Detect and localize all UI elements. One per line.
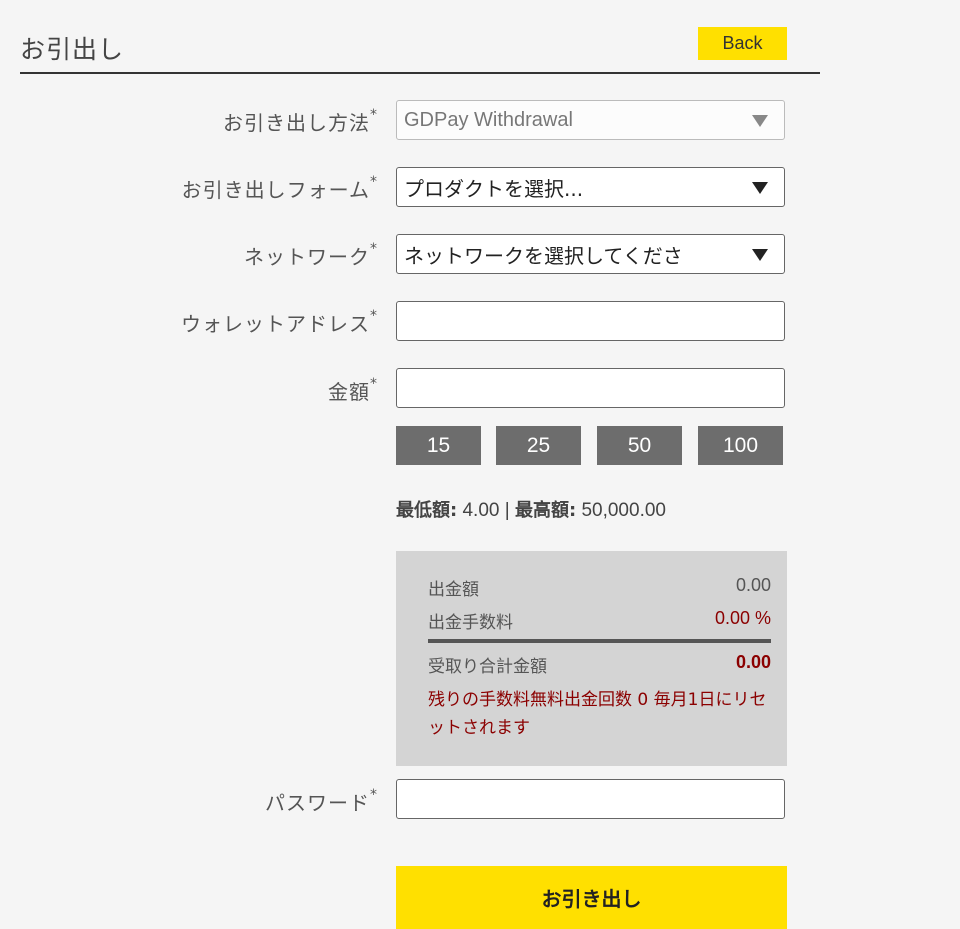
password-input[interactable] — [396, 779, 785, 819]
method-label-text: お引き出し方法 — [223, 111, 370, 135]
fee-row: 出金手数料 0.00 % — [428, 608, 771, 633]
min-amount-value: 4.00 — [462, 500, 500, 521]
total-row: 受取り合計金額 0.00 — [428, 652, 771, 677]
total-label: 受取り合計金額 — [428, 657, 547, 677]
limits-separator: | — [504, 500, 510, 521]
required-mark: * — [370, 241, 378, 257]
method-label: お引き出し方法* — [223, 107, 378, 136]
withdraw-amount-value: 0.00 — [735, 575, 771, 595]
page-title: お引出し — [20, 35, 125, 64]
network-select-value: ネットワークを選択してくださ — [404, 243, 683, 268]
wallet-label-text: ウォレットアドレス — [181, 312, 370, 336]
method-select[interactable]: GDPay Withdrawal — [396, 100, 785, 140]
withdraw-submit-button[interactable]: お引き出し — [396, 866, 787, 929]
form-type-label: お引き出しフォーム* — [182, 174, 378, 203]
fee-value: 0.00 % — [714, 608, 771, 628]
form-type-select[interactable]: プロダクトを選択... — [396, 167, 785, 207]
quick-amount-100-button[interactable]: 100 — [698, 426, 783, 465]
withdraw-amount-label: 出金額 — [428, 580, 479, 600]
header-divider — [20, 72, 820, 74]
method-select-value: GDPay Withdrawal — [404, 108, 573, 131]
wallet-address-input[interactable] — [396, 301, 785, 341]
withdraw-amount-row: 出金額 0.00 — [428, 575, 771, 600]
network-select[interactable]: ネットワークを選択してくださ — [396, 234, 785, 274]
form-type-label-text: お引き出しフォーム — [181, 178, 370, 202]
required-mark: * — [370, 174, 378, 190]
dropdown-arrow-icon — [752, 182, 768, 194]
quick-amount-50-button[interactable]: 50 — [597, 426, 682, 465]
amount-limits: 最低額: 4.00 | 最高額: 50,000.00 — [396, 496, 666, 522]
wallet-label: ウォレットアドレス* — [181, 308, 378, 337]
required-mark: * — [370, 787, 378, 803]
required-mark: * — [370, 376, 378, 392]
max-amount-label: 最高額: — [514, 500, 577, 521]
free-withdrawal-note: 残りの手数料無料出金回数 0 毎月1日にリセットされます — [428, 690, 767, 738]
dropdown-arrow-icon — [752, 249, 768, 261]
summary-divider — [428, 639, 771, 643]
quick-amount-25-button[interactable]: 25 — [496, 426, 581, 465]
max-amount-value: 50,000.00 — [581, 500, 666, 521]
withdrawal-summary-panel: 出金額 0.00 出金手数料 0.00 % 受取り合計金額 0.00 残りの手数… — [396, 551, 787, 766]
password-label: パスワード* — [265, 787, 378, 816]
required-mark: * — [370, 308, 378, 324]
amount-input[interactable] — [396, 368, 785, 408]
network-label-text: ネットワーク — [244, 245, 370, 269]
fee-label: 出金手数料 — [428, 613, 513, 633]
amount-label: 金額* — [328, 376, 378, 405]
form-type-select-value: プロダクトを選択... — [404, 176, 584, 201]
back-button[interactable]: Back — [698, 27, 787, 60]
min-amount-label: 最低額: — [396, 500, 458, 521]
password-label-text: パスワード — [265, 791, 370, 815]
dropdown-arrow-icon — [752, 115, 768, 127]
required-mark: * — [370, 107, 378, 123]
network-label: ネットワーク* — [244, 241, 378, 270]
total-value: 0.00 — [735, 652, 771, 672]
amount-label-text: 金額 — [328, 380, 370, 404]
quick-amount-15-button[interactable]: 15 — [396, 426, 481, 465]
